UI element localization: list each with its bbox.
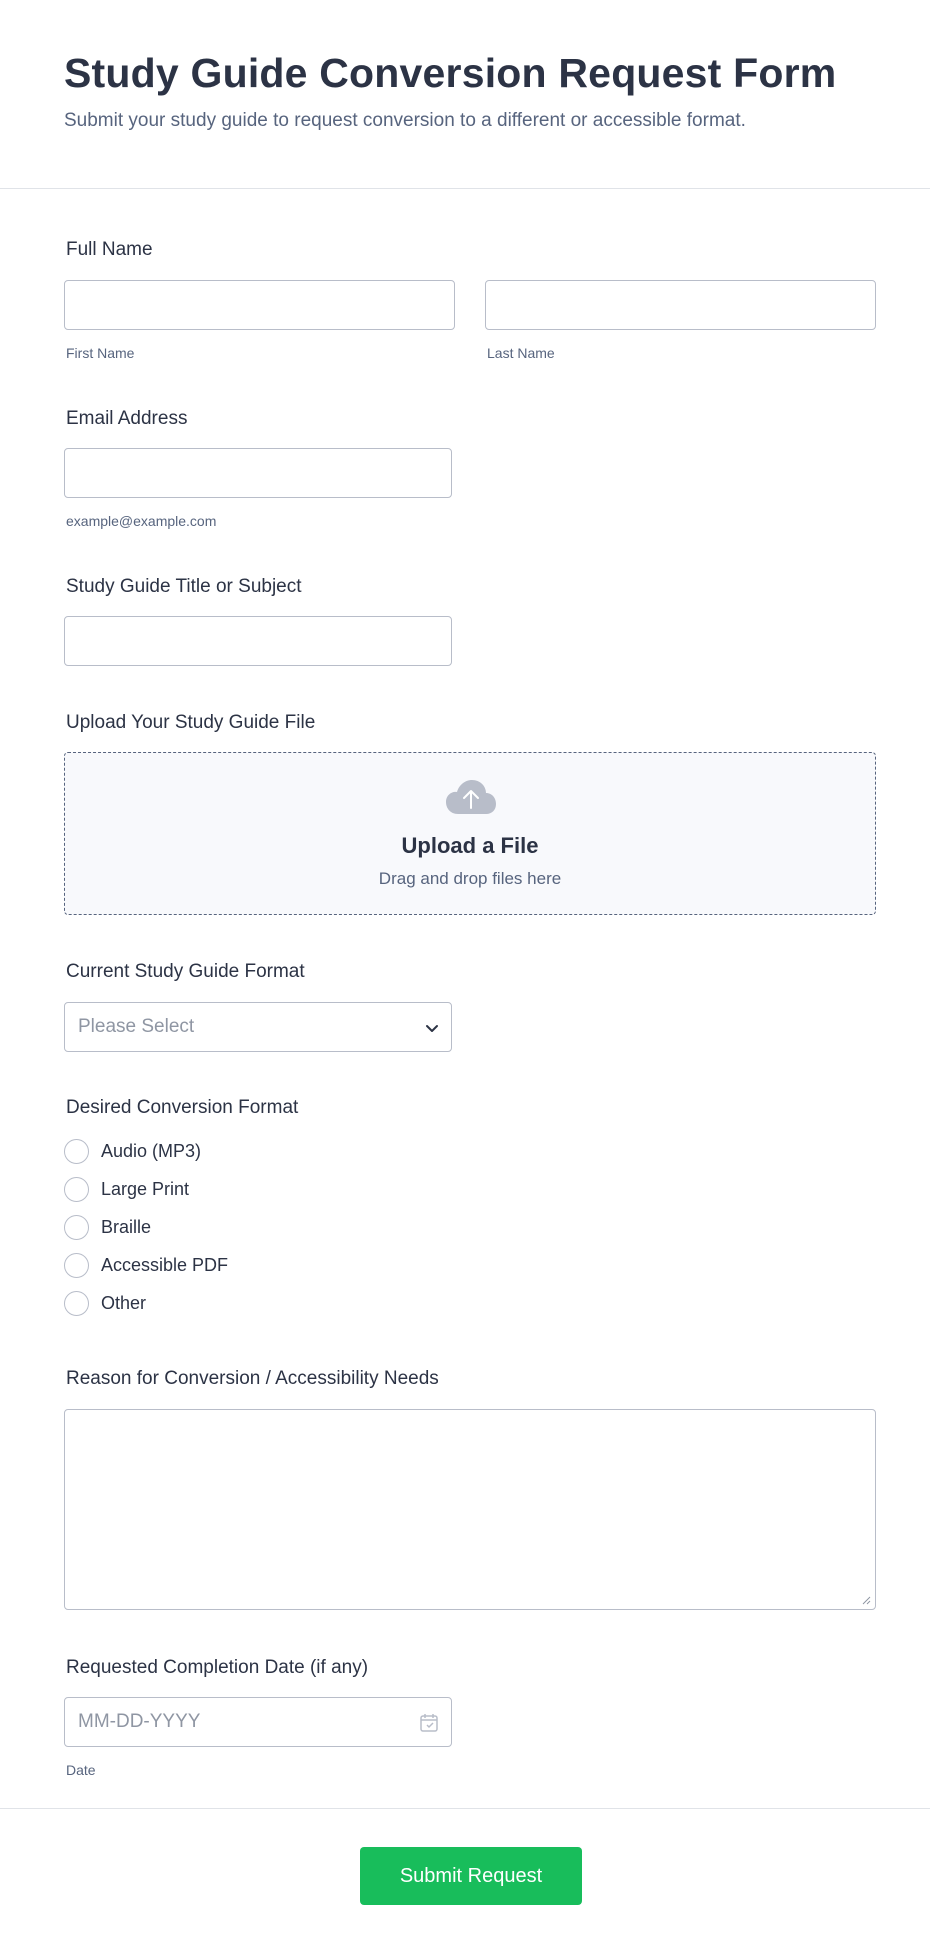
page-title: Study Guide Conversion Request Form: [64, 50, 837, 96]
radio-button[interactable]: [64, 1215, 89, 1240]
completion-date-label: Requested Completion Date (if any): [66, 1657, 369, 1678]
upload-title: Upload a File: [401, 833, 539, 858]
date-placeholder: MM-DD-YYYY: [78, 1711, 201, 1732]
current-format-label: Current Study Guide Format: [66, 961, 305, 982]
page-subtitle: Submit your study guide to request conve…: [64, 110, 746, 131]
email-sublabel: example@example.com: [66, 513, 217, 529]
file-upload-dropzone[interactable]: Upload a File Drag and drop files here: [64, 752, 876, 915]
current-format-select[interactable]: Please Select: [64, 1002, 452, 1052]
calendar-icon[interactable]: [420, 1713, 438, 1732]
radio-button[interactable]: [64, 1291, 89, 1316]
first-name-field[interactable]: [64, 280, 455, 330]
email-field[interactable]: [64, 448, 452, 498]
guide-title-input[interactable]: [65, 617, 451, 665]
radio-button[interactable]: [64, 1139, 89, 1164]
last-name-field[interactable]: [485, 280, 876, 330]
chevron-down-icon: [426, 1025, 438, 1032]
radio-button[interactable]: [64, 1253, 89, 1278]
footer-divider: [0, 1808, 930, 1809]
email-label: Email Address: [66, 408, 188, 429]
radio-label: Large Print: [101, 1179, 190, 1199]
desired-format-label: Desired Conversion Format: [66, 1097, 299, 1118]
full-name-label: Full Name: [66, 239, 153, 260]
guide-title-field[interactable]: [64, 616, 452, 666]
cloud-upload-icon: [446, 780, 496, 814]
upload-subtitle: Drag and drop files here: [378, 869, 562, 888]
upload-label: Upload Your Study Guide File: [66, 712, 316, 733]
radio-label: Other: [101, 1293, 147, 1313]
radio-label: Accessible PDF: [101, 1255, 229, 1275]
form-header: Study Guide Conversion Request Form Subm…: [0, 0, 930, 189]
email-input[interactable]: [65, 449, 451, 497]
date-sublabel: Date: [66, 1762, 96, 1778]
resize-handle-icon[interactable]: [861, 1595, 871, 1605]
radio-label: Audio (MP3): [101, 1141, 202, 1161]
guide-title-label: Study Guide Title or Subject: [66, 576, 302, 597]
last-name-input[interactable]: [486, 281, 875, 329]
first-name-input[interactable]: [65, 281, 454, 329]
radio-label: Braille: [101, 1217, 152, 1237]
submit-button[interactable]: Submit Request: [360, 1847, 582, 1905]
reason-label: Reason for Conversion / Accessibility Ne…: [66, 1368, 439, 1389]
radio-button[interactable]: [64, 1177, 89, 1202]
first-name-sublabel: First Name: [66, 345, 135, 361]
reason-textarea[interactable]: [64, 1409, 876, 1610]
last-name-sublabel: Last Name: [487, 345, 555, 361]
current-format-selected: Please Select: [78, 1016, 195, 1037]
completion-date-field[interactable]: MM-DD-YYYY: [64, 1697, 452, 1747]
